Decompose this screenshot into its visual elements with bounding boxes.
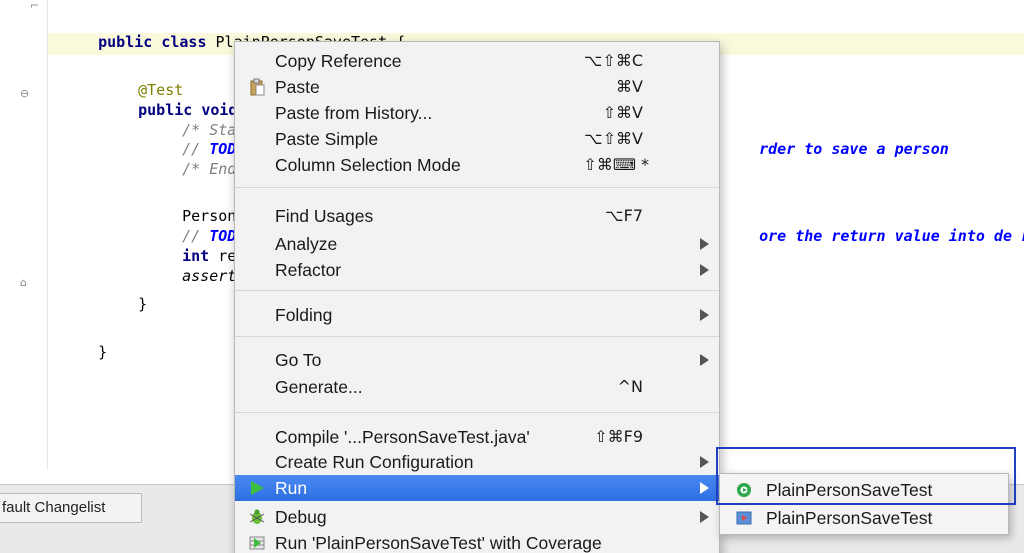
- menu-item-compile[interactable]: Compile '...PersonSaveTest.java' ⇧⌘F9: [235, 424, 719, 450]
- menu-item-label: Paste: [275, 77, 320, 97]
- menu-item-go-to[interactable]: Go To: [235, 347, 719, 373]
- menu-item-label: Generate...: [275, 377, 363, 397]
- menu-item-shortcut: ⌥⇧⌘V: [584, 129, 643, 148]
- menu-item-copy-reference[interactable]: Copy Reference ⌥⇧⌘C: [235, 48, 719, 74]
- menu-item-analyze[interactable]: Analyze: [235, 231, 719, 257]
- code-token: }: [138, 295, 148, 313]
- menu-separator: [235, 336, 719, 337]
- code-line-todo1-tail: rder to save a person: [723, 119, 949, 179]
- menu-item-label: Create Run Configuration: [275, 452, 474, 472]
- menu-separator: [235, 187, 719, 188]
- menu-item-label: Run 'PlainPersonSaveTest' with Coverage: [275, 533, 602, 553]
- menu-item-paste-from-history[interactable]: Paste from History... ⇧⌘V: [235, 100, 719, 126]
- run-icon: [248, 479, 266, 497]
- menu-item-debug[interactable]: Debug: [235, 504, 719, 530]
- menu-item-label: Refactor: [275, 260, 342, 280]
- menu-item-run[interactable]: Run: [235, 475, 719, 501]
- submenu-item-label: PlainPersonSaveTest: [766, 508, 933, 528]
- menu-item-label: Debug: [275, 507, 327, 527]
- changelist-tab[interactable]: fault Changelist: [0, 493, 142, 523]
- menu-item-shortcut: ^N: [617, 377, 643, 396]
- menu-item-label: Column Selection Mode: [275, 155, 461, 175]
- menu-item-folding[interactable]: Folding: [235, 302, 719, 328]
- menu-item-shortcut: ⌘V: [616, 77, 643, 96]
- code-token: ore the return value into de r: [759, 227, 1024, 245]
- java-app-icon: [736, 510, 752, 526]
- code-token: }: [98, 343, 108, 361]
- fold-collapse-icon[interactable]: ⊖: [20, 88, 31, 100]
- code-token: rder to save a person: [759, 140, 949, 158]
- menu-item-label: Go To: [275, 350, 322, 370]
- submenu-arrow-icon: [700, 309, 709, 321]
- menu-item-label: Paste Simple: [275, 129, 379, 149]
- coverage-icon: [248, 534, 266, 552]
- code-token: public class: [98, 33, 216, 51]
- menu-item-shortcut: ⇧⌘⌨ *: [583, 155, 649, 174]
- menu-item-find-usages[interactable]: Find Usages ⌥F7: [235, 203, 719, 229]
- submenu-item-run-application[interactable]: PlainPersonSaveTest: [720, 504, 1008, 532]
- code-line-todo2-tail: ore the return value into de r: [723, 206, 1024, 266]
- fold-end-icon[interactable]: ⌂: [20, 277, 31, 289]
- menu-item-shortcut: ⌥⇧⌘C: [583, 51, 643, 70]
- menu-item-label: Find Usages: [275, 206, 374, 226]
- gutter-divider: [47, 0, 48, 470]
- menu-item-shortcut: ⇧⌘F9: [594, 427, 643, 446]
- menu-separator: [235, 412, 719, 413]
- focus-outline: [716, 447, 1016, 505]
- menu-item-run-with-coverage[interactable]: Run 'PlainPersonSaveTest' with Coverage: [235, 530, 719, 553]
- clipboard-icon: [248, 78, 266, 96]
- code-line-method-close: }: [102, 274, 147, 334]
- menu-item-generate[interactable]: Generate... ^N: [235, 374, 719, 400]
- menu-item-label: Folding: [275, 305, 333, 325]
- menu-item-label: Paste from History...: [275, 103, 433, 123]
- fold-marker-icon[interactable]: ⌐: [30, 0, 41, 12]
- code-line-class-close: }: [62, 322, 107, 382]
- submenu-arrow-icon: [700, 238, 709, 250]
- menu-item-shortcut: ⌥F7: [605, 206, 643, 225]
- submenu-arrow-icon: [700, 354, 709, 366]
- menu-item-label: Analyze: [275, 234, 338, 254]
- menu-item-shortcut: ⇧⌘V: [602, 103, 643, 122]
- submenu-arrow-icon: [700, 264, 709, 276]
- menu-item-paste[interactable]: Paste ⌘V: [235, 74, 719, 100]
- menu-item-label: Run: [275, 478, 308, 498]
- menu-separator: [235, 290, 719, 291]
- menu-item-column-selection-mode[interactable]: Column Selection Mode ⇧⌘⌨ *: [235, 152, 719, 178]
- menu-item-paste-simple[interactable]: Paste Simple ⌥⇧⌘V: [235, 126, 719, 152]
- submenu-arrow-icon: [700, 511, 709, 523]
- menu-item-label: Compile '...PersonSaveTest.java': [275, 427, 530, 447]
- menu-item-refactor[interactable]: Refactor: [235, 257, 719, 283]
- menu-item-create-run-configuration[interactable]: Create Run Configuration: [235, 449, 719, 475]
- context-menu: Copy Reference ⌥⇧⌘C Paste ⌘V Paste from …: [234, 41, 720, 553]
- menu-item-label: Copy Reference: [275, 51, 402, 71]
- submenu-arrow-icon: [700, 456, 709, 468]
- debug-icon: [248, 508, 266, 526]
- editor-gutter: [0, 0, 48, 470]
- submenu-arrow-icon: [700, 482, 709, 494]
